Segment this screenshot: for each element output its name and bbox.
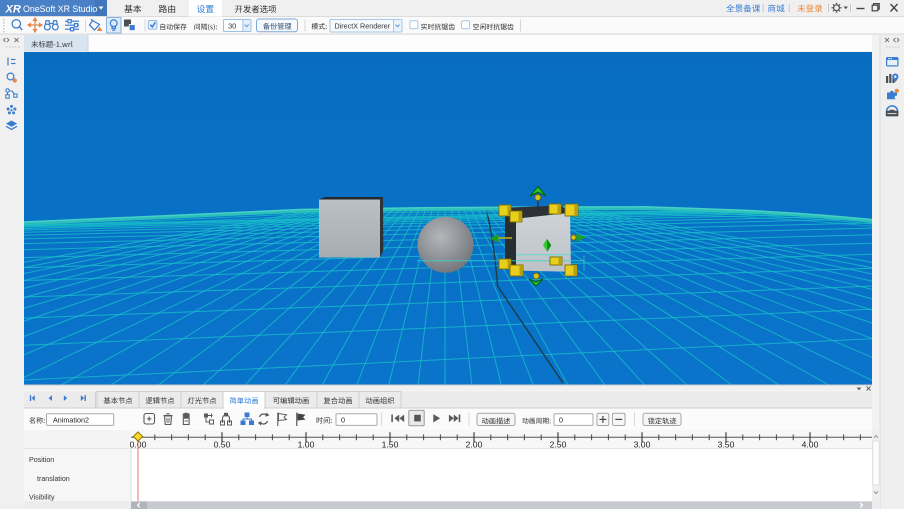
svg-text:OneSoft XR Studio: OneSoft XR Studio <box>23 4 97 14</box>
svg-text:2.50: 2.50 <box>550 439 567 449</box>
svg-text:XR: XR <box>5 3 21 15</box>
svg-text:translation: translation <box>37 475 70 483</box>
svg-text:0: 0 <box>559 416 563 425</box>
svg-text:0: 0 <box>341 416 345 425</box>
svg-text:3.50: 3.50 <box>718 439 735 449</box>
svg-text:0.50: 0.50 <box>214 439 231 449</box>
svg-text:4.00: 4.00 <box>802 439 819 449</box>
svg-text:30: 30 <box>228 22 236 31</box>
svg-text:DirectX Renderer: DirectX Renderer <box>335 22 391 31</box>
svg-text:1.50: 1.50 <box>382 439 399 449</box>
svg-text:2.00: 2.00 <box>466 439 483 449</box>
svg-text:Position: Position <box>29 456 54 464</box>
svg-text:3.00: 3.00 <box>634 439 651 449</box>
svg-text:Visibility: Visibility <box>29 493 55 501</box>
svg-text:Animation2: Animation2 <box>53 416 89 425</box>
svg-text:1.00: 1.00 <box>298 439 315 449</box>
